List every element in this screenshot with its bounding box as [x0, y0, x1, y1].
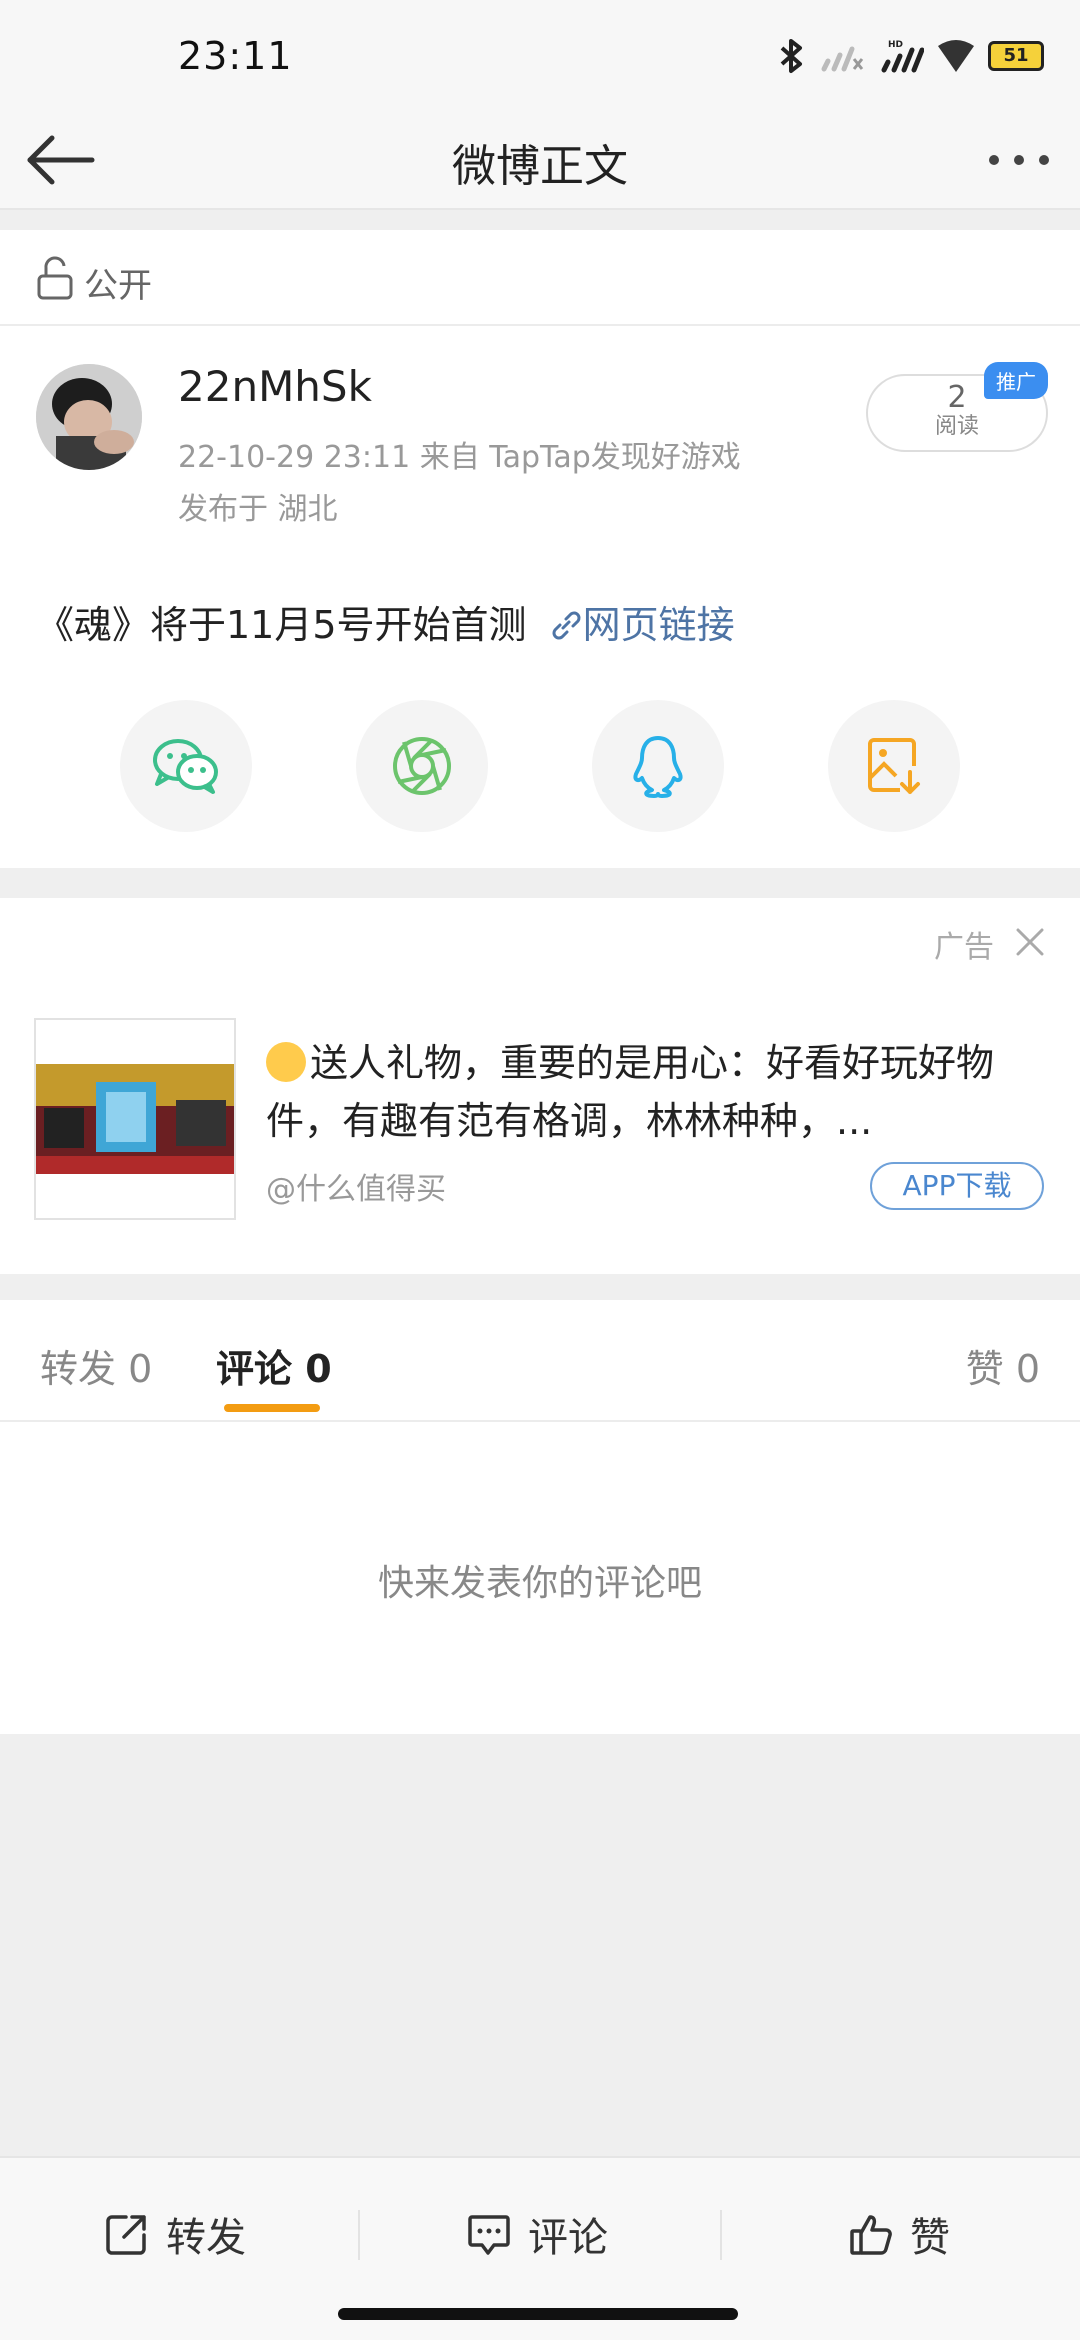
- app-download-button[interactable]: APP下载: [870, 1162, 1044, 1210]
- status-bar: 23:11 HD 51: [0, 0, 1080, 110]
- ad-thumbnail-image: [36, 1020, 234, 1218]
- ad-thumbnail[interactable]: [34, 1018, 236, 1220]
- hd-badge: HD: [888, 40, 903, 50]
- avatar-image: [36, 364, 142, 470]
- divider: [358, 2210, 360, 2260]
- share-moments-button[interactable]: [356, 700, 488, 832]
- avatar[interactable]: [36, 364, 142, 470]
- post-meta: 22-10-29 23:11 来自 TapTap发现好游戏: [178, 440, 741, 475]
- post-body: 《魂》将于11月5号开始首测: [36, 603, 527, 647]
- more-button[interactable]: [984, 132, 1054, 188]
- comments-card: 转发 0 评论 0 赞 0 快来发表你的评论吧: [0, 1300, 1080, 1734]
- like-button[interactable]: 赞: [848, 2206, 950, 2262]
- ad-title[interactable]: 送人礼物，重要的是用心：好看好玩好物件，有趣有范有格调，林林种种，...: [266, 1034, 1046, 1150]
- visibility-row[interactable]: 公开: [0, 230, 1080, 326]
- comment-label: 评论: [528, 2215, 608, 2261]
- qq-icon: [633, 736, 683, 798]
- like-label: 赞: [910, 2215, 950, 2261]
- signal-empty-icon: [821, 46, 864, 72]
- tab-repost[interactable]: 转发 0: [40, 1338, 152, 1393]
- comment-icon: [468, 2215, 510, 2255]
- unlock-icon: [37, 256, 73, 300]
- save-image-button[interactable]: [828, 700, 960, 832]
- wechat-icon: [153, 739, 218, 794]
- smile-emoji-icon: [266, 1042, 306, 1082]
- close-icon[interactable]: [1014, 926, 1046, 958]
- save-image-icon: [868, 738, 920, 794]
- empty-comments-text: 快来发表你的评论吧: [377, 1563, 702, 1604]
- status-icons: HD 51: [776, 38, 1044, 74]
- signal-hd-icon: HD: [881, 40, 924, 73]
- repost-icon: [106, 2215, 146, 2255]
- thumbs-up-icon: [850, 2215, 892, 2255]
- username[interactable]: 22nMhSk: [178, 362, 372, 411]
- status-time: 23:11: [178, 34, 293, 78]
- link-icon: [552, 611, 581, 640]
- ellipsis-icon: [989, 155, 1049, 165]
- ad-source[interactable]: @什么值得买: [266, 1164, 446, 1208]
- tabs-row: 转发 0 评论 0 赞 0: [0, 1300, 1080, 1422]
- ad-card[interactable]: 广告 送人礼物，重要的是用心：好看好玩好物件，有趣有范有格调，林林种种，... …: [0, 898, 1080, 1274]
- moments-icon: [393, 737, 451, 795]
- ad-title-text: 送人礼物，重要的是用心：好看好玩好物件，有趣有范有格调，林林种种，...: [266, 1041, 995, 1143]
- battery-icon: 51: [988, 41, 1044, 71]
- post-text: 《魂》将于11月5号开始首测 网页链接: [36, 594, 735, 649]
- wifi-icon: [938, 40, 974, 72]
- share-qq-button[interactable]: [592, 700, 724, 832]
- visibility-label: 公开: [84, 266, 152, 306]
- bluetooth-icon: [780, 39, 802, 73]
- ad-label: 广告: [934, 930, 994, 965]
- post-location: 发布于 湖北: [178, 492, 338, 527]
- tab-comment[interactable]: 评论 0: [216, 1338, 332, 1393]
- nav-bar: 微博正文: [0, 110, 1080, 210]
- repost-label: 转发: [166, 2215, 246, 2261]
- read-label: 阅读: [934, 414, 979, 439]
- post-link[interactable]: 网页链接: [583, 603, 735, 647]
- comment-button[interactable]: 评论: [466, 2206, 608, 2262]
- share-wechat-button[interactable]: [120, 700, 252, 832]
- home-indicator[interactable]: [338, 2308, 738, 2320]
- page-title: 微博正文: [452, 141, 628, 192]
- tab-active-indicator: [224, 1404, 320, 1412]
- tab-like[interactable]: 赞 0: [966, 1338, 1040, 1393]
- promo-badge[interactable]: 推广: [984, 362, 1048, 399]
- repost-button[interactable]: 转发: [104, 2206, 246, 2262]
- post-card: 公开 22nMhSk 22-10-29 23:11 来自 TapTap发现好游戏…: [0, 230, 1080, 868]
- divider: [720, 2210, 722, 2260]
